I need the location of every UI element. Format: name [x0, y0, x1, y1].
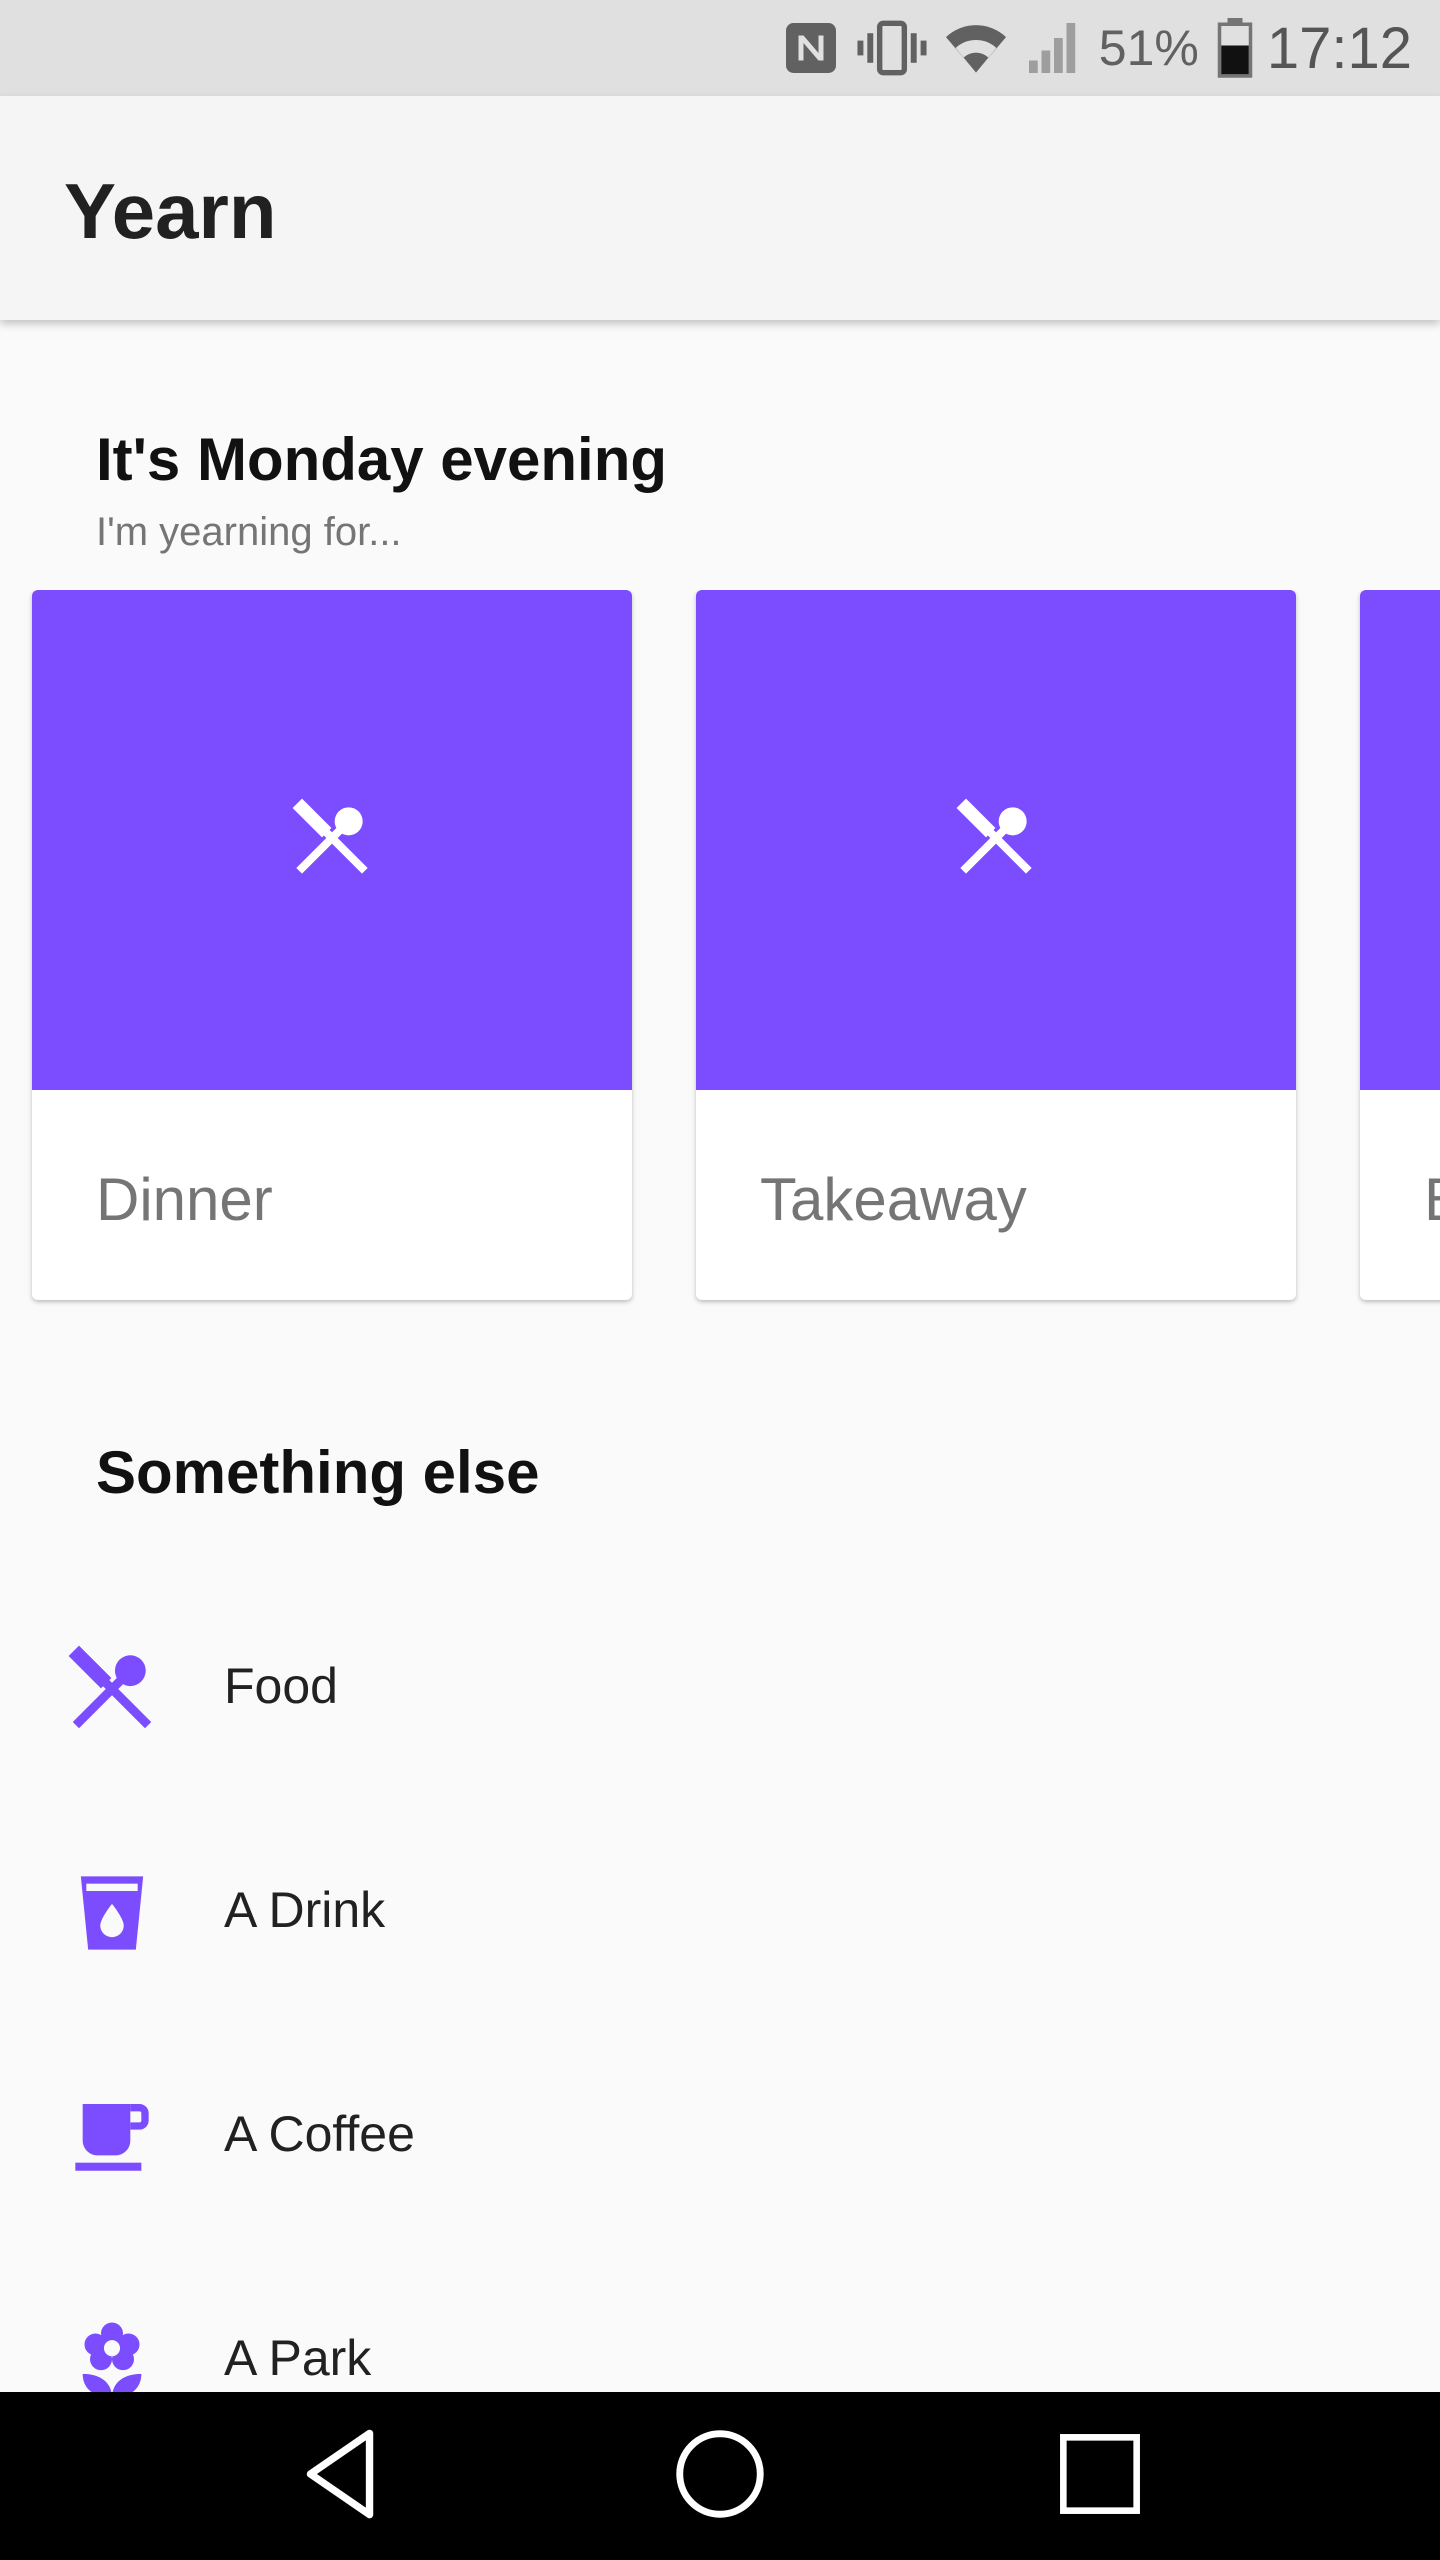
screen: 51% 17:12 Yearn It's Monday evening I'm … [0, 0, 1440, 2560]
app-bar: Yearn [0, 96, 1440, 320]
status-bar: 51% 17:12 [0, 0, 1440, 96]
list-item-food[interactable]: Food [0, 1575, 1440, 1799]
list-item-coffee[interactable]: A Coffee [0, 2023, 1440, 2247]
greeting-subtitle: I'm yearning for... [96, 510, 402, 554]
back-button[interactable] [240, 2392, 440, 2560]
battery-percent: 51% [1098, 20, 1199, 76]
card-partial[interactable]: B [1360, 590, 1440, 1300]
status-icons: 51% 17:12 [781, 0, 1412, 96]
card-label: B [1424, 1165, 1440, 1234]
list-item-label: A Coffee [224, 2106, 415, 2162]
section-title: Something else [96, 1439, 540, 1506]
card-dinner[interactable]: Dinner [32, 590, 632, 1300]
nfc-icon [781, 18, 841, 78]
fork-spoon-icon [68, 1645, 156, 1733]
recents-button[interactable] [1000, 2392, 1200, 2560]
battery-icon [1217, 18, 1253, 78]
drink-cup-icon [68, 1869, 156, 1957]
card-media [1360, 590, 1440, 1090]
home-button[interactable] [620, 2392, 820, 2560]
vibrate-icon [855, 18, 929, 78]
list-item-label: A Park [224, 2330, 372, 2386]
back-triangle-icon [295, 2426, 385, 2527]
fork-spoon-icon [292, 798, 372, 883]
greeting-title: It's Monday evening [96, 426, 668, 493]
list-item-label: Food [224, 1658, 338, 1714]
fork-spoon-icon [956, 798, 1036, 883]
signal-icon [1023, 18, 1085, 78]
clock: 17:12 [1266, 15, 1412, 81]
app-title: Yearn [64, 167, 277, 255]
suggestion-carousel[interactable]: Dinner Takeaway B [0, 590, 1440, 1310]
card-label: Takeaway [760, 1166, 1027, 1233]
navigation-bar [0, 2392, 1440, 2560]
card-label: Dinner [96, 1166, 273, 1233]
wifi-icon [943, 18, 1009, 78]
card-takeaway[interactable]: Takeaway [696, 590, 1296, 1300]
list-item-label: A Drink [224, 1882, 386, 1938]
list-item-drink[interactable]: A Drink [0, 1799, 1440, 2023]
home-circle-icon [674, 2428, 766, 2525]
card-media [696, 590, 1296, 1090]
coffee-cup-icon [68, 2093, 156, 2181]
card-media [32, 590, 632, 1090]
recents-square-icon [1056, 2430, 1144, 2523]
